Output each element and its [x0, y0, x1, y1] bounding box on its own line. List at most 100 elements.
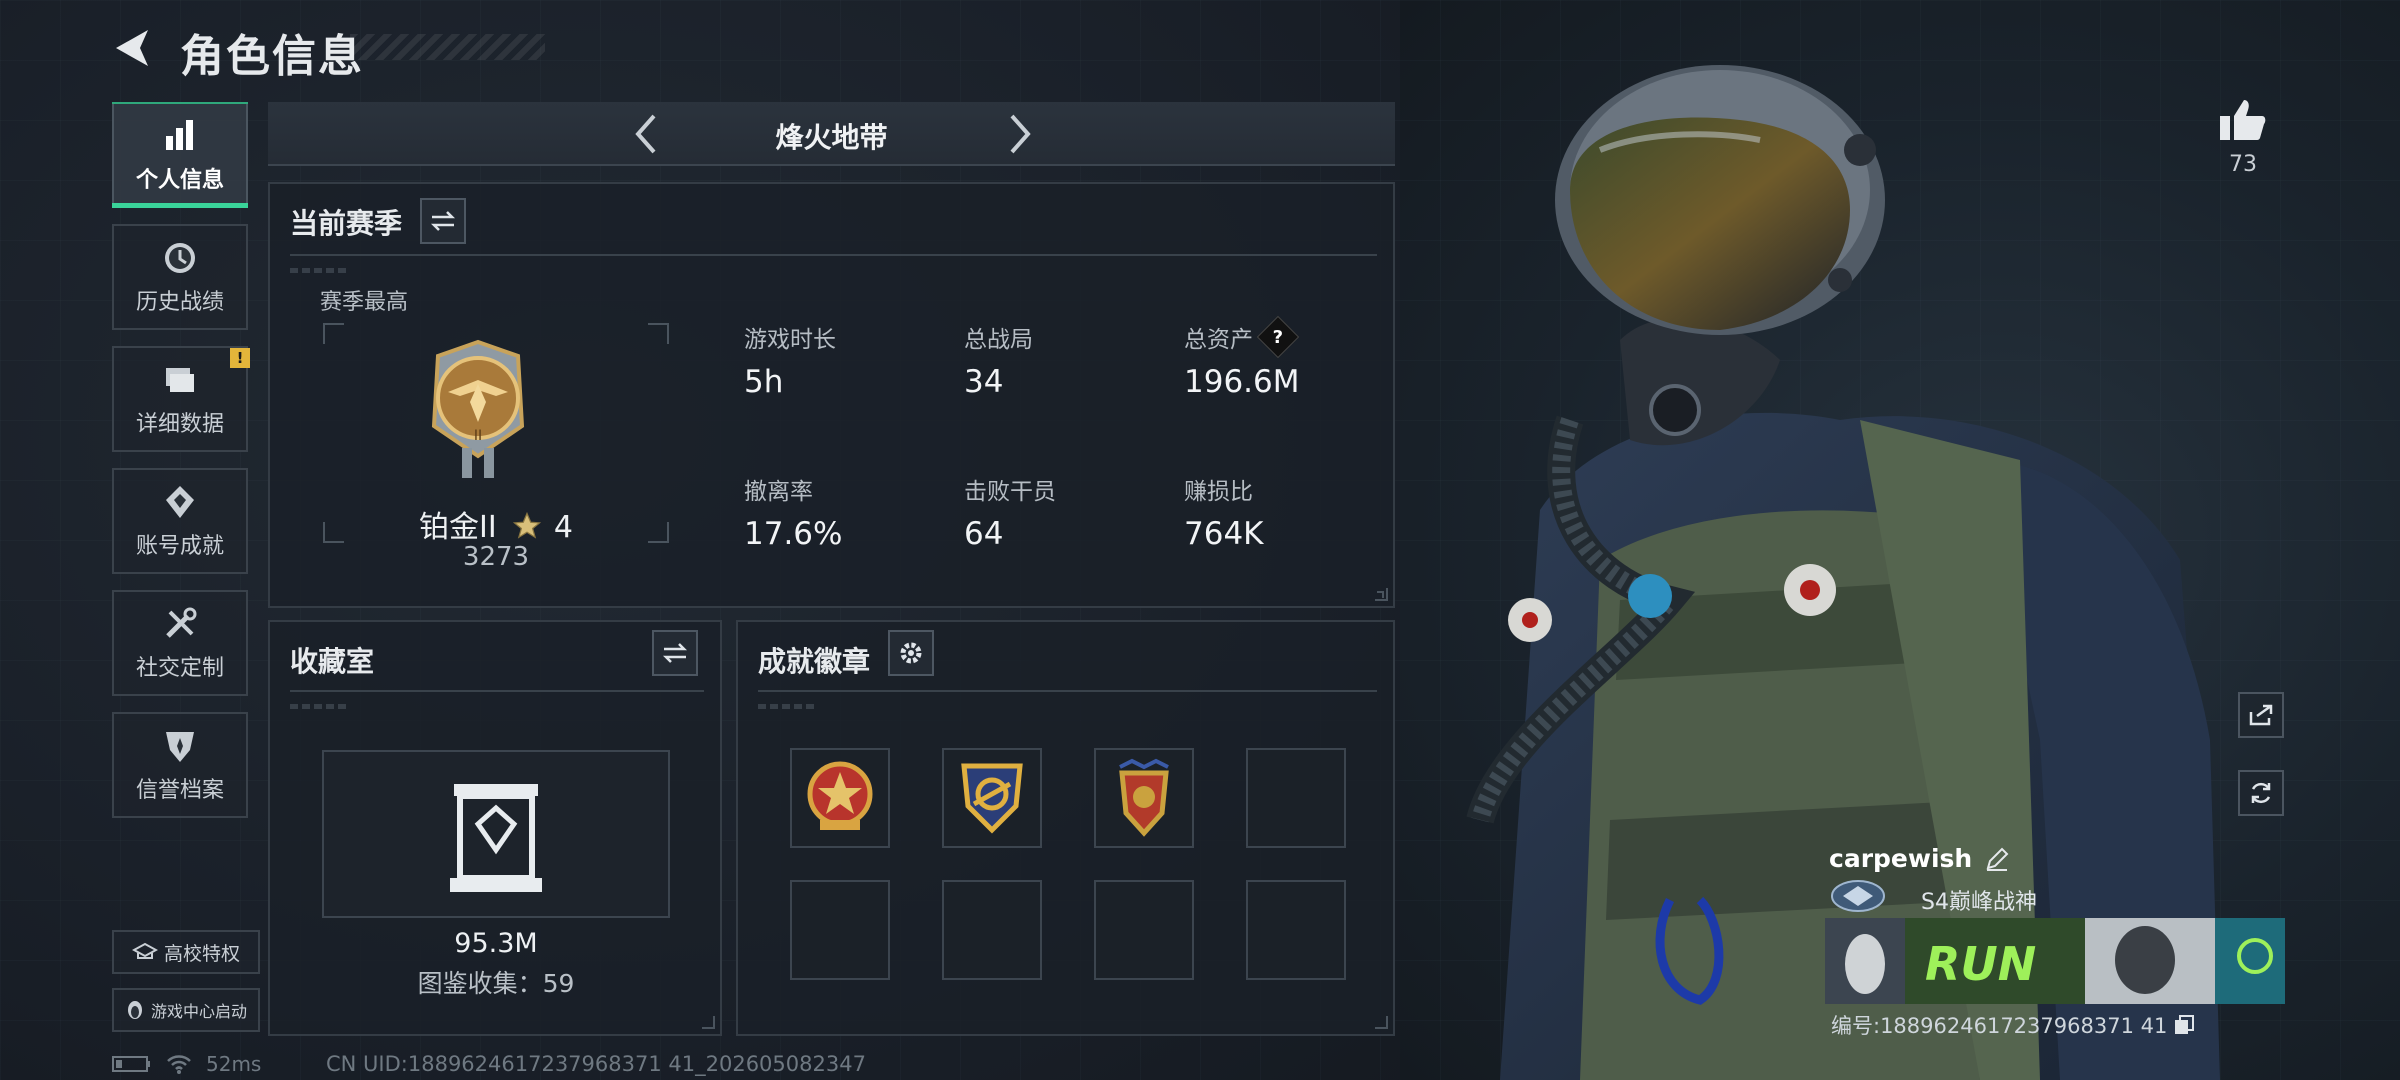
svg-text:II: II: [474, 428, 482, 444]
like-block[interactable]: 73: [2210, 96, 2276, 177]
sidebar-item-label: 账号成就: [135, 534, 224, 559]
badge-slot-empty[interactable]: [1094, 880, 1194, 980]
badge-slot-empty[interactable]: [1246, 748, 1346, 848]
sidebar-item-personal-info[interactable]: 个人信息: [112, 102, 248, 208]
panel-divider: [758, 690, 1377, 692]
latency-value: 52ms: [206, 1052, 262, 1076]
stat-value: 764K: [1184, 516, 1264, 552]
gear-icon: [900, 642, 922, 664]
panel-decoration: [758, 704, 818, 709]
notification-badge: !: [230, 348, 250, 368]
stat-label: 赚损比: [1184, 479, 1253, 505]
campus-privilege-button[interactable]: 高校特权: [112, 930, 260, 974]
badge-settings-button[interactable]: [888, 630, 934, 676]
corner-decoration: [1375, 1016, 1388, 1029]
stat-value: 64: [964, 516, 1004, 552]
rank-display: 铂金II 4: [322, 502, 670, 546]
back-button[interactable]: [108, 24, 156, 72]
game-center-launch-button[interactable]: 游戏中心启动: [112, 988, 260, 1032]
share-button[interactable]: [2238, 692, 2284, 738]
player-id: 编号:1889624617237968371 41: [1831, 1014, 2168, 1038]
graduation-cap-icon: [131, 942, 158, 959]
uid-label: CN UID:1889624617237968371 41_2026050823…: [326, 1052, 866, 1076]
stat-value: 34: [964, 364, 1004, 400]
back-arrow-icon: [116, 30, 148, 66]
folders-icon: [166, 368, 194, 392]
panel-title: 成就徽章: [758, 645, 871, 678]
title-decoration: [350, 34, 545, 60]
player-banner[interactable]: RUN: [1825, 918, 2285, 1004]
badge-slot-empty[interactable]: [942, 880, 1042, 980]
mode-next-button[interactable]: [994, 110, 1042, 158]
badge-slot[interactable]: [1094, 748, 1194, 848]
copy-icon[interactable]: [2173, 1014, 2195, 1036]
status-bar: 52ms: [112, 1052, 261, 1076]
refresh-icon: [2251, 782, 2271, 804]
corner-decoration: [1375, 588, 1388, 601]
badge-slot[interactable]: [942, 748, 1042, 848]
sidebar-item-social-custom[interactable]: 社交定制: [112, 590, 248, 696]
stat-value: 196.6M: [1184, 364, 1300, 400]
stat-label: 撤离率: [744, 479, 813, 505]
bar-chart-icon: [166, 120, 193, 150]
stat-total-assets: 总资产 ? 196.6M: [1184, 315, 1300, 400]
sidebar-item-label: 个人信息: [135, 168, 224, 193]
refresh-button[interactable]: [2238, 770, 2284, 816]
sidebar-item-detailed-data[interactable]: ! 详细数据: [112, 346, 250, 452]
shield-star-icon: [166, 732, 194, 762]
season-title-badge-icon: [1831, 880, 1885, 912]
panel-title: 收藏室: [290, 645, 375, 678]
player-name-row: carpewish: [1829, 844, 2010, 873]
stat-operators-defeated: 击败干员 64: [964, 472, 1056, 552]
stat-label: 游戏时长: [744, 327, 836, 353]
collection-panel: 收藏室 95.3M 图鉴收集：59: [268, 620, 722, 1036]
edit-pencil-icon[interactable]: [1984, 846, 2010, 872]
stat-value: 5h: [744, 364, 784, 400]
rank-name: 铂金II: [419, 510, 497, 545]
badge-slot-empty[interactable]: [790, 880, 890, 980]
banner-graffiti-text: RUN: [1925, 937, 2036, 991]
season-switch-button[interactable]: [420, 198, 466, 244]
sidebar-item-label: 社交定制: [135, 656, 224, 681]
sidebar-item-label: 信誉档案: [135, 778, 224, 803]
panel-title: 当前赛季: [290, 207, 403, 240]
stat-extraction-rate: 撤离率 17.6%: [744, 472, 842, 552]
stat-play-time: 游戏时长 5h: [744, 320, 836, 400]
help-icon: ?: [1272, 326, 1284, 348]
mode-title: 烽火地带: [775, 121, 888, 154]
collection-display[interactable]: [322, 750, 670, 918]
sidebar-item-label: 详细数据: [135, 412, 224, 437]
season-best-label: 赛季最高: [320, 290, 409, 315]
blue-shield-badge-icon: [961, 763, 1023, 834]
game-center-label: 游戏中心启动: [150, 1002, 247, 1021]
sidebar-item-history[interactable]: 历史战绩: [112, 224, 248, 330]
wifi-icon: [167, 1055, 191, 1074]
rank-stars: 4: [553, 510, 573, 545]
achievement-icon: [166, 486, 194, 518]
help-button[interactable]: ?: [1256, 315, 1300, 359]
sidebar: 个人信息 历史战绩 ! 详细数据 账号成就 社交定制 信誉档案: [112, 102, 250, 834]
sidebar-item-credit-record[interactable]: 信誉档案: [112, 712, 248, 818]
panel-decoration: [290, 704, 350, 709]
collection-switch-button[interactable]: [652, 630, 698, 676]
platinum-rank-emblem-icon: II: [431, 339, 525, 478]
badge-slot-empty[interactable]: [1246, 880, 1346, 980]
stat-label: 总战局: [964, 327, 1033, 353]
panel-divider: [290, 254, 1377, 256]
sidebar-item-achievements[interactable]: 账号成就: [112, 468, 248, 574]
stat-label-row: 总资产 ?: [1184, 315, 1300, 359]
tools-icon: [166, 607, 197, 638]
stat-profit-loss-ratio: 赚损比 764K: [1184, 472, 1264, 552]
red-crest-badge-icon: [1119, 758, 1169, 837]
player-card: carpewish S4巅峰战神 RUN 编号:1889624617237968…: [1825, 838, 2285, 1038]
stat-value: 17.6%: [744, 516, 843, 552]
swap-arrows-icon: [662, 643, 688, 663]
mode-selector: 烽火地带: [268, 102, 1395, 166]
history-clock-icon: [165, 243, 195, 273]
player-title: S4巅峰战神: [1921, 890, 2037, 915]
collection-value: 95.3M: [454, 928, 538, 959]
player-id-row: 编号:1889624617237968371 41: [1831, 1010, 2195, 1040]
chevron-right-icon: [1010, 114, 1031, 154]
badge-slot[interactable]: [790, 748, 890, 848]
star-icon: [513, 511, 542, 539]
